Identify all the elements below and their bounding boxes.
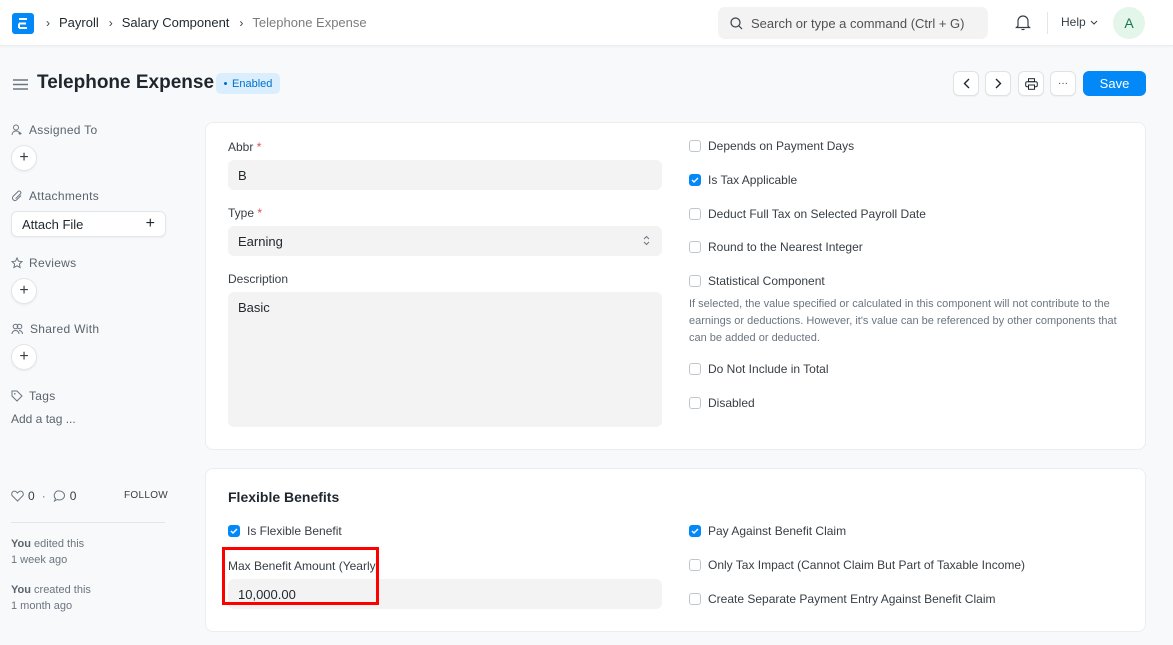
next-doc-button[interactable] xyxy=(985,71,1011,96)
activity-item: You edited this 1 week ago xyxy=(11,538,85,566)
abbr-label: Abbr * xyxy=(228,140,262,154)
checkbox-checked-icon xyxy=(689,174,701,186)
activity-item: You created this 1 month ago xyxy=(11,584,91,612)
likes-comments: 0 · 0 xyxy=(11,489,76,503)
add-share-button[interactable]: + xyxy=(11,344,37,370)
add-review-button[interactable]: + xyxy=(11,278,37,304)
flexible-benefits-title: Flexible Benefits xyxy=(228,489,340,505)
paperclip-icon xyxy=(12,190,22,201)
round-to-nearest-integer-checkbox[interactable]: Round to the Nearest Integer xyxy=(689,240,863,254)
star-icon xyxy=(11,257,23,269)
plus-icon: + xyxy=(145,215,155,232)
search-icon xyxy=(730,16,743,29)
do-not-include-in-total-checkbox[interactable]: Do Not Include in Total xyxy=(689,362,829,376)
breadcrumb-salary-component[interactable]: Salary Component xyxy=(122,15,230,30)
checkbox-checked-icon xyxy=(228,525,240,537)
tags-label: Tags xyxy=(11,389,56,403)
bell-icon xyxy=(1015,15,1031,31)
printer-icon xyxy=(1024,77,1038,90)
checkbox-unchecked-icon xyxy=(689,593,701,605)
checkbox-unchecked-icon xyxy=(689,397,701,409)
max-benefit-label: Max Benefit Amount (Yearly) xyxy=(228,559,380,573)
plus-icon: + xyxy=(19,149,29,166)
type-value: Earning xyxy=(238,234,283,249)
chevron-right-icon: › xyxy=(108,15,113,30)
reviews-label: Reviews xyxy=(11,256,76,270)
comments-count: 0 xyxy=(69,489,77,503)
create-separate-payment-entry-checkbox[interactable]: Create Separate Payment Entry Against Be… xyxy=(689,592,995,606)
user-avatar[interactable]: A xyxy=(1113,7,1145,39)
attachments-label: Attachments xyxy=(11,189,99,203)
plus-icon: + xyxy=(19,282,29,299)
description-textarea[interactable]: Basic xyxy=(228,292,662,427)
breadcrumb: › Payroll › Salary Component › Telephone… xyxy=(46,15,377,30)
plus-icon: + xyxy=(19,348,29,365)
statistical-component-checkbox[interactable]: Statistical Component xyxy=(689,274,825,288)
user-add-icon xyxy=(11,124,22,136)
notifications-button[interactable] xyxy=(1015,14,1031,34)
pay-against-benefit-claim-checkbox[interactable]: Pay Against Benefit Claim xyxy=(689,524,846,538)
tag-icon xyxy=(11,390,23,402)
chevron-down-icon xyxy=(1090,20,1098,25)
navbar: › Payroll › Salary Component › Telephone… xyxy=(0,0,1173,46)
separator-dot: · xyxy=(41,489,46,503)
help-label: Help xyxy=(1061,15,1086,29)
checkbox-unchecked-icon xyxy=(689,559,701,571)
status-badge: Enabled xyxy=(216,73,281,94)
type-label: Type * xyxy=(228,206,263,220)
chevron-right-icon xyxy=(995,78,1001,89)
save-button[interactable]: Save xyxy=(1083,71,1146,96)
chevron-right-icon: › xyxy=(239,15,244,30)
checkbox-unchecked-icon xyxy=(689,241,701,253)
comment-icon[interactable] xyxy=(53,490,66,502)
deduct-full-tax-checkbox[interactable]: Deduct Full Tax on Selected Payroll Date xyxy=(689,207,926,221)
max-benefit-input[interactable]: 10,000.00 xyxy=(228,579,662,609)
chevron-right-icon: › xyxy=(46,15,50,30)
erpnext-logo-icon xyxy=(18,18,27,29)
checkbox-unchecked-icon xyxy=(689,363,701,375)
follow-button[interactable]: FOLLOW xyxy=(124,490,168,501)
checkbox-checked-icon xyxy=(689,525,701,537)
search-placeholder: Search or type a command (Ctrl + G) xyxy=(751,15,965,31)
type-select[interactable]: Earning xyxy=(228,226,662,256)
status-dot-icon xyxy=(224,82,227,85)
abbr-input[interactable]: B xyxy=(228,160,662,190)
sidebar-toggle[interactable] xyxy=(13,78,28,93)
is-tax-applicable-checkbox[interactable]: Is Tax Applicable xyxy=(689,173,797,187)
description-label: Description xyxy=(228,272,289,286)
add-assignee-button[interactable]: + xyxy=(11,145,37,171)
select-arrows-icon xyxy=(643,235,650,246)
checkbox-unchecked-icon xyxy=(689,208,701,220)
help-dropdown[interactable]: Help xyxy=(1061,15,1098,29)
users-icon xyxy=(11,323,23,335)
is-flexible-benefit-checkbox[interactable]: Is Flexible Benefit xyxy=(228,524,342,538)
shared-with-label: Shared With xyxy=(11,322,99,336)
depends-on-payment-days-checkbox[interactable]: Depends on Payment Days xyxy=(689,139,854,153)
breadcrumb-payroll[interactable]: Payroll xyxy=(59,15,99,30)
disabled-checkbox[interactable]: Disabled xyxy=(689,396,755,410)
status-label: Enabled xyxy=(232,77,273,90)
app-logo[interactable] xyxy=(12,13,34,34)
sidebar-divider xyxy=(11,522,165,523)
previous-doc-button[interactable] xyxy=(953,71,979,96)
add-tag-link[interactable]: Add a tag ... xyxy=(11,412,76,426)
attach-file-button[interactable]: Attach File + xyxy=(11,211,166,237)
statistical-component-help: If selected, the value specified or calc… xyxy=(689,298,1117,344)
print-button[interactable] xyxy=(1018,71,1044,96)
chevron-left-icon xyxy=(963,78,969,89)
hamburger-icon xyxy=(13,79,28,90)
checkbox-unchecked-icon xyxy=(689,275,701,287)
likes-count: 0 xyxy=(28,489,35,503)
checkbox-unchecked-icon xyxy=(689,140,701,152)
attach-file-label: Attach File xyxy=(22,216,84,232)
breadcrumb-current[interactable]: Telephone Expense xyxy=(252,15,366,30)
page-title: Telephone Expense xyxy=(37,72,215,93)
assigned-to-label: Assigned To xyxy=(11,123,97,137)
search-bar[interactable]: Search or type a command (Ctrl + G) xyxy=(718,7,988,39)
more-actions-button[interactable]: ··· xyxy=(1050,71,1076,96)
heart-icon[interactable] xyxy=(11,490,24,502)
only-tax-impact-checkbox[interactable]: Only Tax Impact (Cannot Claim But Part o… xyxy=(689,558,1025,572)
nav-divider xyxy=(1047,12,1048,34)
